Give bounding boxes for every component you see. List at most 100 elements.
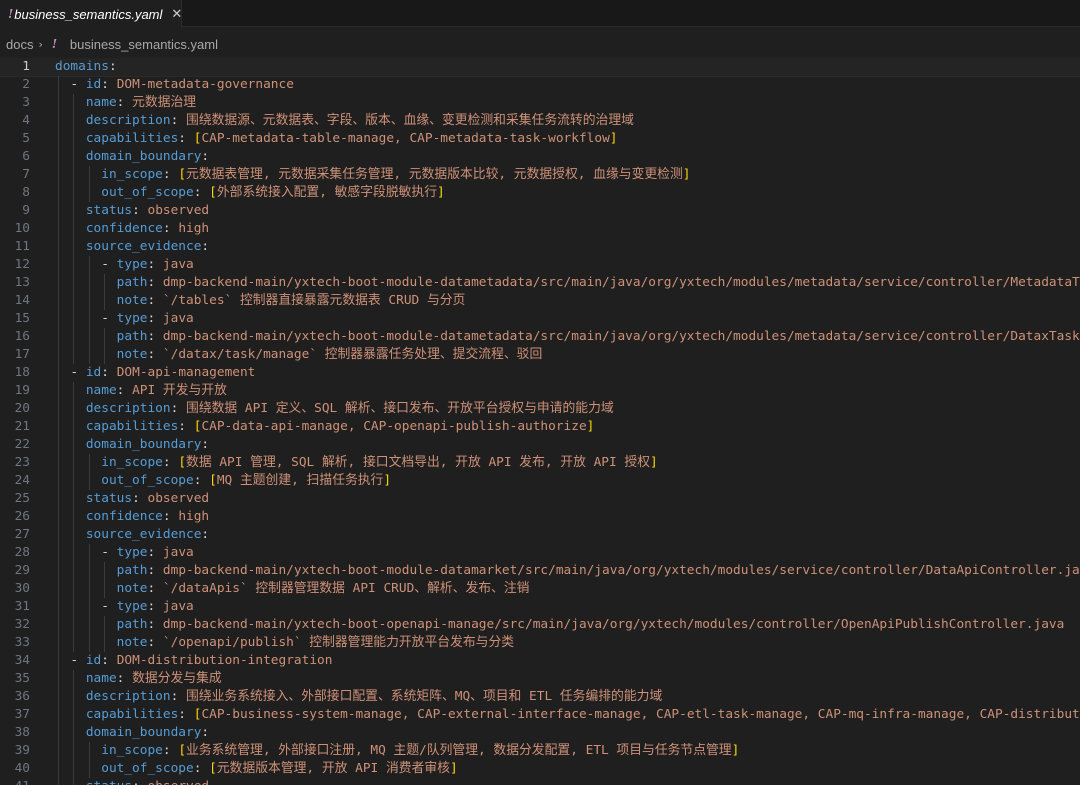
line-number: 28	[14, 545, 30, 560]
code-line[interactable]: 35 name: 数据分发与集成	[0, 670, 1080, 688]
yaml-value: java	[162, 257, 194, 272]
code-line[interactable]: 23 in_scope: [数据 API 管理, SQL 解析, 接口文档导出,…	[0, 454, 1080, 472]
yaml-value: dmp-backend-main/yxtech-boot-module-data…	[162, 275, 1080, 290]
code-line[interactable]: 40 out_of_scope: [元数据版本管理, 开放 API 消费者审核]	[0, 760, 1080, 778]
code-line[interactable]: 41 status: observed	[0, 778, 1080, 785]
code-content: domains:	[55, 58, 117, 76]
code-line[interactable]: 9 status: observed	[0, 202, 1080, 220]
code-content: status: observed	[55, 202, 209, 220]
line-number: 37	[14, 707, 30, 722]
code-line[interactable]: 36 description: 围绕业务系统接入、外部接口配置、系统矩阵、MQ、…	[0, 688, 1080, 706]
yaml-colon: :	[147, 329, 156, 344]
code-content: domain_boundary:	[55, 148, 209, 166]
code-content: capabilities: [CAP-business-system-manag…	[55, 706, 1080, 724]
code-line[interactable]: 14 note: `/tables` 控制器直接暴露元数据表 CRUD 与分页	[0, 292, 1080, 310]
code-line[interactable]: 29 path: dmp-backend-main/yxtech-boot-mo…	[0, 562, 1080, 580]
yaml-bracket: ]	[650, 455, 658, 470]
yaml-colon: :	[178, 131, 186, 146]
code-line[interactable]: 15 - type: java	[0, 310, 1080, 328]
breadcrumb-file[interactable]: business_semantics.yaml	[70, 37, 218, 52]
code-line[interactable]: 2 - id: DOM-metadata-governance	[0, 76, 1080, 94]
code-line[interactable]: 33 note: `/openapi/publish` 控制器管理能力开放平台发…	[0, 634, 1080, 652]
tab-business-semantics-yaml[interactable]: ! business_semantics.yaml ✕	[0, 0, 182, 28]
breadcrumb-folder-docs[interactable]: docs	[6, 37, 33, 52]
code-line[interactable]: 17 note: `/datax/task/manage` 控制器暴露任务处理、…	[0, 346, 1080, 364]
yaml-dash: -	[70, 77, 86, 92]
code-line[interactable]: 27 source_evidence:	[0, 526, 1080, 544]
code-line[interactable]: 18 - id: DOM-api-management	[0, 364, 1080, 382]
yaml-colon: :	[116, 671, 125, 686]
code-content: - id: DOM-api-management	[55, 364, 255, 382]
chevron-right-icon: ›	[38, 37, 43, 51]
yaml-key: domain_boundary	[85, 725, 202, 740]
yaml-colon: :	[132, 779, 140, 785]
code-line[interactable]: 28 - type: java	[0, 544, 1080, 562]
code-line[interactable]: 1 domains:	[0, 58, 1080, 77]
code-line[interactable]: 6 domain_boundary:	[0, 148, 1080, 166]
code-line[interactable]: 25 status: observed	[0, 490, 1080, 508]
yaml-key: out_of_scope	[101, 185, 194, 200]
yaml-file-icon: !	[8, 7, 14, 21]
code-line[interactable]: 34 - id: DOM-distribution-integration	[0, 652, 1080, 670]
code-line[interactable]: 13 path: dmp-backend-main/yxtech-boot-mo…	[0, 274, 1080, 292]
code-line[interactable]: 12 - type: java	[0, 256, 1080, 274]
code-content: domain_boundary:	[55, 724, 209, 742]
code-line[interactable]: 21 capabilities: [CAP-data-api-manage, C…	[0, 418, 1080, 436]
code-content: - type: java	[55, 598, 194, 616]
yaml-bracket: ]	[383, 473, 392, 488]
yaml-colon: :	[193, 185, 202, 200]
code-line[interactable]: 26 confidence: high	[0, 508, 1080, 526]
code-content: name: 元数据治理	[55, 94, 196, 112]
yaml-bracket: [	[178, 743, 187, 758]
yaml-dash: -	[70, 365, 86, 380]
code-line[interactable]: 19 name: API 开发与开放	[0, 382, 1080, 400]
code-line[interactable]: 4 description: 围绕数据源、元数据表、字段、版本、血缘、变更检测和…	[0, 112, 1080, 130]
yaml-key: name	[85, 95, 117, 110]
code-line[interactable]: 22 domain_boundary:	[0, 436, 1080, 454]
code-line[interactable]: 32 path: dmp-backend-main/yxtech-boot-op…	[0, 616, 1080, 634]
yaml-key: in_scope	[101, 167, 163, 182]
line-number: 10	[14, 221, 30, 236]
code-line[interactable]: 24 out_of_scope: [MQ 主题创建, 扫描任务执行]	[0, 472, 1080, 490]
code-line[interactable]: 16 path: dmp-backend-main/yxtech-boot-mo…	[0, 328, 1080, 346]
yaml-key: path	[116, 563, 148, 578]
close-icon[interactable]: ✕	[171, 7, 182, 22]
line-number: 22	[14, 437, 30, 452]
yaml-colon: :	[201, 149, 210, 164]
code-content: name: 数据分发与集成	[55, 670, 222, 688]
yaml-value: 元数据治理	[132, 95, 197, 110]
code-editor[interactable]: 1 domains: 2 - id: DOM-metadata-governance…	[0, 58, 1080, 785]
code-content: - type: java	[55, 310, 194, 328]
yaml-value: MQ 主题创建, 扫描任务执行	[216, 473, 384, 488]
yaml-key: capabilities	[85, 419, 179, 434]
yaml-colon: :	[147, 275, 156, 290]
yaml-value: high	[178, 221, 210, 236]
yaml-colon: :	[147, 617, 156, 632]
code-line[interactable]: 8 out_of_scope: [外部系统接入配置, 敏感字段脱敏执行]	[0, 184, 1080, 202]
code-line[interactable]: 7 in_scope: [元数据表管理, 元数据采集任务管理, 元数据版本比较,…	[0, 166, 1080, 184]
line-number: 38	[14, 725, 30, 740]
line-number: 4	[22, 113, 30, 128]
code-content: note: `/tables` 控制器直接暴露元数据表 CRUD 与分页	[55, 292, 466, 310]
line-number: 7	[22, 167, 30, 182]
yaml-colon: :	[201, 527, 210, 542]
yaml-colon: :	[147, 545, 156, 560]
code-content: status: observed	[55, 490, 209, 508]
yaml-bracket: ]	[449, 761, 458, 776]
code-line[interactable]: 3 name: 元数据治理	[0, 94, 1080, 112]
code-line[interactable]: 5 capabilities: [CAP-metadata-table-mana…	[0, 130, 1080, 148]
yaml-value: 数据分发与集成	[132, 671, 222, 686]
code-line[interactable]: 38 domain_boundary:	[0, 724, 1080, 742]
code-line[interactable]: 37 capabilities: [CAP-business-system-ma…	[0, 706, 1080, 724]
yaml-colon: :	[147, 581, 156, 596]
code-line[interactable]: 20 description: 围绕数据 API 定义、SQL 解析、接口发布、…	[0, 400, 1080, 418]
code-line[interactable]: 39 in_scope: [业务系统管理, 外部接口注册, MQ 主题/队列管理…	[0, 742, 1080, 760]
yaml-key: domain_boundary	[85, 437, 202, 452]
code-line[interactable]: 10 confidence: high	[0, 220, 1080, 238]
yaml-key: domains	[55, 59, 109, 74]
code-line[interactable]: 11 source_evidence:	[0, 238, 1080, 256]
code-line[interactable]: 31 - type: java	[0, 598, 1080, 616]
yaml-value: DOM-distribution-integration	[116, 653, 333, 668]
code-line[interactable]: 30 note: `/dataApis` 控制器管理数据 API CRUD、解析…	[0, 580, 1080, 598]
code-content: in_scope: [业务系统管理, 外部接口注册, MQ 主题/队列管理, 数…	[55, 742, 739, 760]
